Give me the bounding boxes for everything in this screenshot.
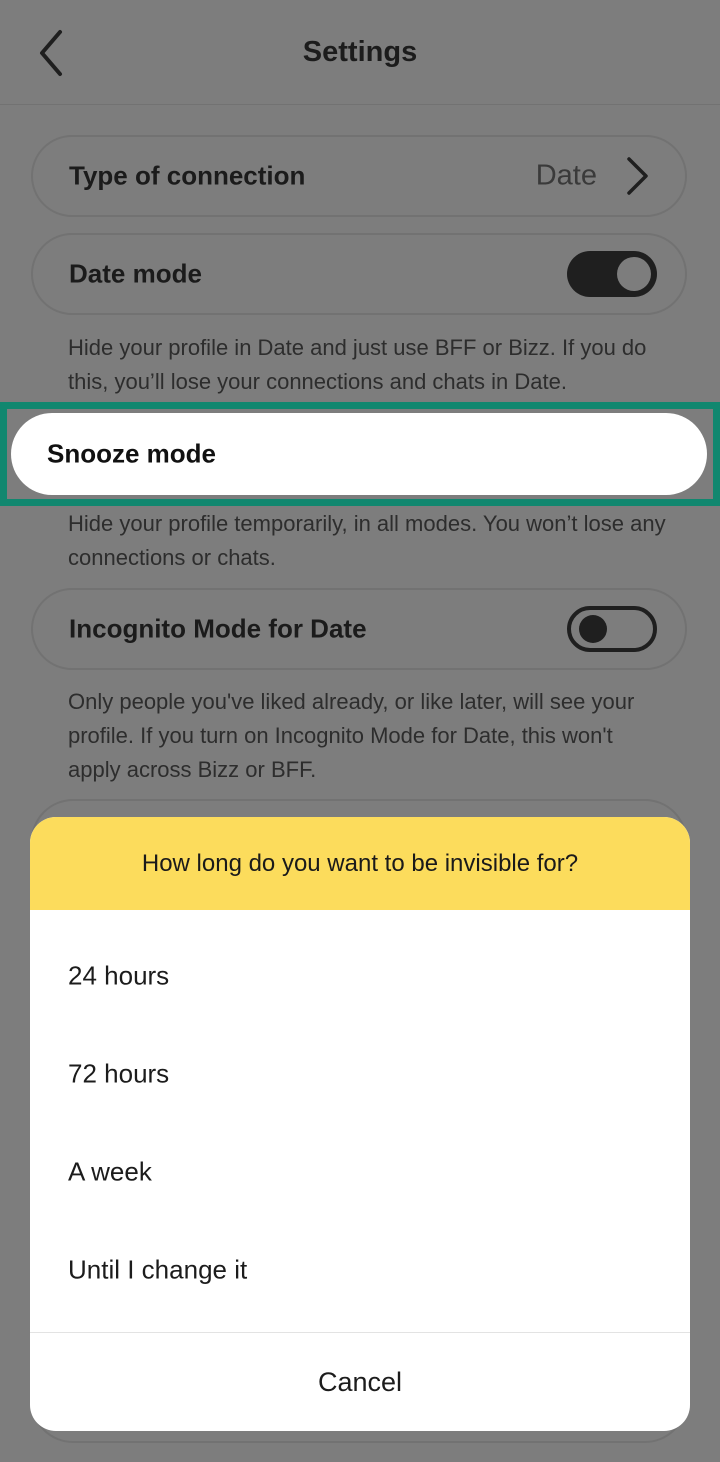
option-label: 72 hours [68,1058,170,1089]
option-a-week[interactable]: A week [30,1123,690,1221]
app-header: Settings [0,0,720,105]
snooze-mode-highlight: Snooze mode [0,402,720,506]
option-until-changed[interactable]: Until I change it [30,1221,690,1319]
type-of-connection-row[interactable]: Type of connection Date [31,135,687,217]
option-label: Until I change it [68,1254,248,1285]
option-24-hours[interactable]: 24 hours [30,927,690,1025]
toggle-knob [579,615,607,643]
incognito-toggle[interactable] [567,606,657,652]
cancel-button[interactable]: Cancel [30,1333,690,1431]
incognito-label: Incognito Mode for Date [69,613,367,644]
type-of-connection-value: Date [535,159,597,192]
date-mode-toggle[interactable] [567,251,657,297]
snooze-mode-label: Snooze mode [47,438,217,469]
type-of-connection-label: Type of connection [69,160,306,191]
date-mode-label: Date mode [69,258,202,289]
incognito-row: Incognito Mode for Date [31,588,687,670]
page-title: Settings [302,36,418,68]
option-label: A week [68,1156,152,1187]
toggle-knob [617,257,651,291]
option-label: 24 hours [68,960,170,991]
incognito-description: Only people you've liked already, or lik… [68,689,635,782]
option-72-hours[interactable]: 72 hours [30,1025,690,1123]
date-mode-row: Date mode [31,233,687,315]
snooze-mode-description: Hide your profile temporarily, in all mo… [68,511,666,570]
date-mode-description: Hide your profile in Date and just use B… [68,335,647,394]
sheet-title: How long do you want to be invisible for… [30,817,690,910]
snooze-mode-row[interactable]: Snooze mode [11,413,707,495]
snooze-duration-sheet: How long do you want to be invisible for… [30,817,690,1431]
chevron-right-icon [627,157,648,195]
